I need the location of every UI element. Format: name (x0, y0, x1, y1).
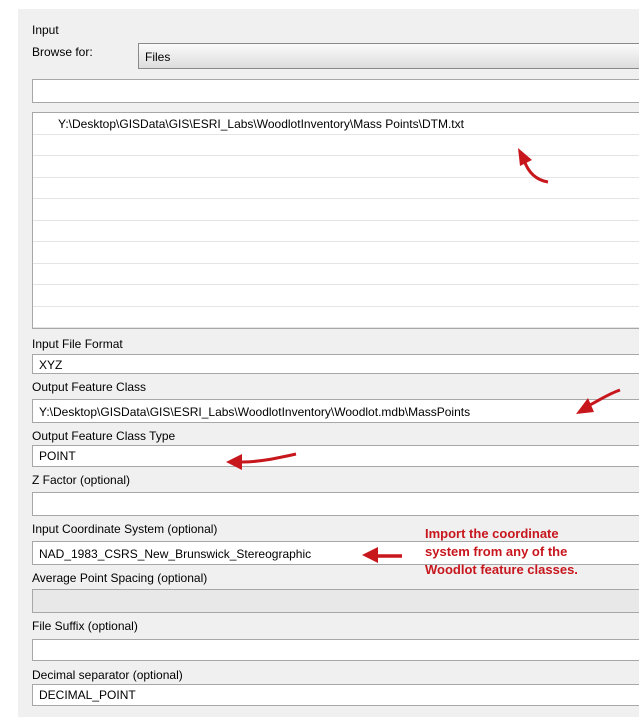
decimal-separator-field[interactable]: DECIMAL_POINT (32, 684, 639, 706)
list-item[interactable] (33, 307, 639, 328)
note-line: Woodlot feature classes. (425, 562, 578, 577)
input-coordinate-system-label: Input Coordinate System (optional) (32, 522, 218, 536)
average-point-spacing-field[interactable] (32, 589, 639, 613)
z-factor-label: Z Factor (optional) (32, 473, 131, 487)
note-line: system from any of the (425, 544, 568, 559)
list-item[interactable]: Y:\Desktop\GISData\GIS\ESRI_Labs\Woodlot… (33, 113, 639, 135)
output-feature-class-type-field[interactable]: POINT (32, 445, 639, 467)
list-item[interactable] (33, 264, 639, 285)
note-line: Import the coordinate (425, 526, 559, 541)
annotation-note: Import the coordinate system from any of… (425, 525, 639, 579)
red-arrow-icon (362, 547, 402, 563)
tool-dialog-panel: Input Browse for: Files Y:\Desktop\GISDa… (18, 9, 639, 717)
input-heading: Input (32, 23, 59, 37)
file-suffix-label: File Suffix (optional) (32, 619, 138, 633)
decimal-separator-label: Decimal separator (optional) (32, 668, 183, 682)
output-feature-class-type-label: Output Feature Class Type (32, 429, 176, 443)
input-file-format-field[interactable]: XYZ (32, 354, 639, 374)
list-item[interactable] (33, 199, 639, 221)
file-suffix-field[interactable] (32, 639, 639, 661)
input-file-format-label: Input File Format (32, 337, 123, 351)
browse-for-dropdown[interactable]: Files (138, 43, 639, 69)
path-input[interactable] (32, 79, 639, 103)
red-arrow-icon (226, 452, 297, 470)
browse-for-label: Browse for: (32, 45, 93, 59)
list-item[interactable] (33, 285, 639, 307)
output-feature-class-field[interactable]: Y:\Desktop\GISData\GIS\ESRI_Labs\Woodlot… (32, 399, 639, 423)
z-factor-field[interactable] (32, 492, 639, 516)
red-arrow-icon (518, 148, 549, 184)
average-point-spacing-label: Average Point Spacing (optional) (32, 571, 208, 585)
red-arrow-icon (576, 388, 621, 414)
list-item[interactable] (33, 242, 639, 264)
list-item[interactable] (33, 221, 639, 242)
output-feature-class-label: Output Feature Class (32, 380, 147, 394)
